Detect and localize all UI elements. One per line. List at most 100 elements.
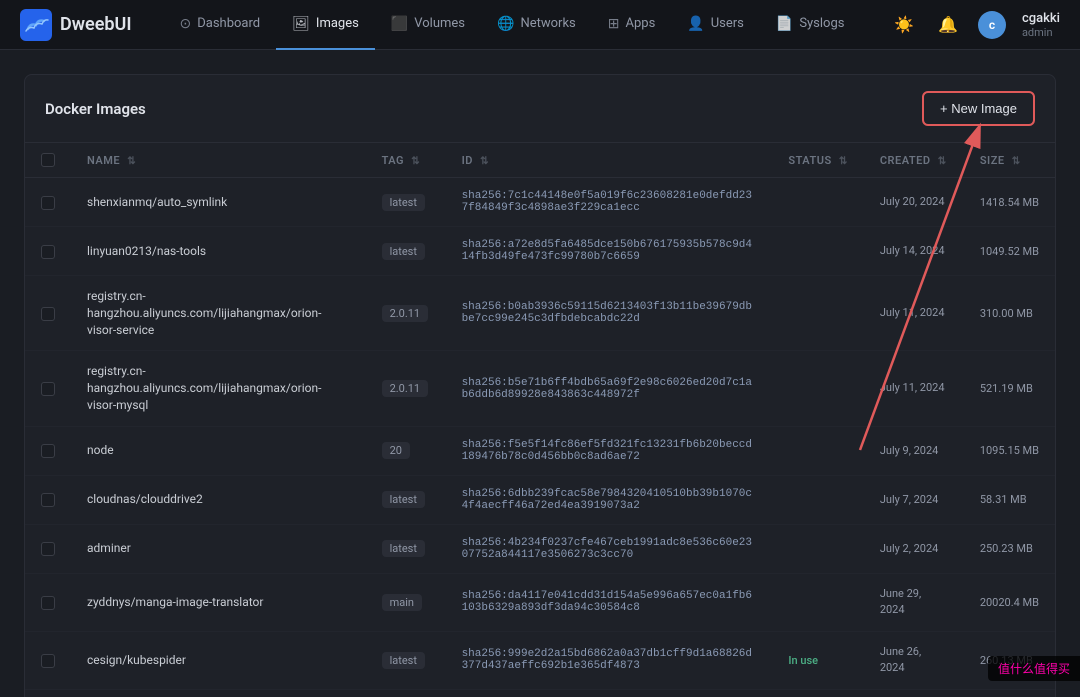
row-name: registry.cn-hangzhou.aliyuncs.com/lijiah… <box>71 276 366 351</box>
nav-images-label: Images <box>316 16 359 31</box>
nav-dashboard[interactable]: ⊙ Dashboard <box>164 0 277 50</box>
row-status <box>772 475 863 524</box>
row-created: July 9, 2024 <box>864 426 964 475</box>
row-size: 1418.54 MB <box>964 178 1055 227</box>
header-status[interactable]: STATUS ⇅ <box>772 143 863 178</box>
row-status <box>772 178 863 227</box>
table-header: NAME ⇅ TAG ⇅ ID ⇅ STATUS ⇅ CREATED ⇅ <box>25 143 1055 178</box>
header-tag[interactable]: TAG ⇅ <box>366 143 446 178</box>
row-created: June 29, 2024 <box>864 573 964 631</box>
row-tag: main <box>366 573 446 631</box>
row-id: sha256:b5e71b6ff4bdb65a69f2e98c6026ed20d… <box>446 351 773 426</box>
header-name[interactable]: NAME ⇅ <box>71 143 366 178</box>
table-row: registry.cn-hangzhou.aliyuncs.com/lijiah… <box>25 276 1055 351</box>
row-checkbox-cell <box>25 689 71 697</box>
user-name: cgakki <box>1022 11 1060 26</box>
row-size: 20020.4 MB <box>964 573 1055 631</box>
row-checkbox[interactable] <box>41 444 55 458</box>
nav-volumes-label: Volumes <box>414 16 465 31</box>
nav-users-label: Users <box>711 16 744 31</box>
nav-images[interactable]: 🖼 Images <box>276 0 375 50</box>
row-id: sha256:7c1c44148e0f5a019f6c23608281e0def… <box>446 178 773 227</box>
docker-images-card: Docker Images + New Image NAME ⇅ TAG ⇅ <box>24 74 1056 697</box>
row-name: registry.cn-hangzhou.aliyuncs.com/lijiah… <box>71 351 366 426</box>
apps-icon: ⊞ <box>608 16 620 32</box>
new-image-button[interactable]: + New Image <box>922 91 1035 126</box>
row-checkbox-cell <box>25 631 71 689</box>
table-row: linyuan0213/nas-tools latest sha256:a72e… <box>25 227 1055 276</box>
row-tag: latest <box>366 227 446 276</box>
volumes-icon: ⬛ <box>391 16 408 32</box>
row-checkbox[interactable] <box>41 596 55 610</box>
nav-links: ⊙ Dashboard 🖼 Images ⬛ Volumes 🌐 Network… <box>164 0 891 50</box>
nav-syslogs[interactable]: 📄 Syslogs <box>760 0 861 50</box>
row-tag: latest <box>366 178 446 227</box>
nav-users[interactable]: 👤 Users <box>671 0 760 50</box>
table-body: shenxianmq/auto_symlink latest sha256:7c… <box>25 178 1055 697</box>
row-checkbox[interactable] <box>41 307 55 321</box>
row-status <box>772 689 863 697</box>
row-status: In use <box>772 631 863 689</box>
header-id[interactable]: ID ⇅ <box>446 143 773 178</box>
row-tag: latest <box>366 631 446 689</box>
watermark: 值什么值得买 <box>988 656 1080 681</box>
syslogs-icon: 📄 <box>776 16 793 32</box>
tag-sort-icon: ⇅ <box>411 156 420 167</box>
avatar[interactable]: c <box>978 11 1006 39</box>
row-checkbox[interactable] <box>41 245 55 259</box>
users-icon: 👤 <box>687 16 704 32</box>
brand-logo <box>20 9 52 41</box>
row-tag: 20 <box>366 426 446 475</box>
notifications-button[interactable]: 🔔 <box>934 11 962 39</box>
row-created: July 11, 2024 <box>864 276 964 351</box>
row-checkbox-cell <box>25 178 71 227</box>
row-checkbox[interactable] <box>41 196 55 210</box>
row-checkbox[interactable] <box>41 382 55 396</box>
navbar-right: ☀️ 🔔 c cgakki admin <box>890 11 1060 39</box>
row-checkbox-cell <box>25 227 71 276</box>
row-id: sha256:da4117e041cdd31d154a5e996a657ec0a… <box>446 573 773 631</box>
row-checkbox-cell <box>25 276 71 351</box>
table-container: NAME ⇅ TAG ⇅ ID ⇅ STATUS ⇅ CREATED ⇅ <box>25 143 1055 697</box>
row-checkbox[interactable] <box>41 493 55 507</box>
row-checkbox[interactable] <box>41 542 55 556</box>
nav-volumes[interactable]: ⬛ Volumes <box>375 0 481 50</box>
row-id: sha256:dd229efd766f3bd93dc0c703dfb18eabf… <box>446 689 773 697</box>
row-id: sha256:999e2d2a15bd6862a0a37db1cff9d1a68… <box>446 631 773 689</box>
main-content: Docker Images + New Image NAME ⇅ TAG ⇅ <box>0 50 1080 697</box>
row-id: sha256:6dbb239fcac58e7984320410510bb39b1… <box>446 475 773 524</box>
table-row: gdy666/lucky latest sha256:dd229efd766f3… <box>25 689 1055 697</box>
row-size: 58.31 MB <box>964 475 1055 524</box>
images-table: NAME ⇅ TAG ⇅ ID ⇅ STATUS ⇅ CREATED ⇅ <box>25 143 1055 697</box>
row-status <box>772 524 863 573</box>
header-size[interactable]: SIZE ⇅ <box>964 143 1055 178</box>
row-name: cloudnas/clouddrive2 <box>71 475 366 524</box>
row-status <box>772 351 863 426</box>
user-info: cgakki admin <box>1022 11 1060 39</box>
row-size: 310.00 MB <box>964 276 1055 351</box>
row-tag: 2.0.11 <box>366 276 446 351</box>
select-all-checkbox[interactable] <box>41 153 55 167</box>
status-badge: In use <box>788 654 818 667</box>
name-sort-icon: ⇅ <box>127 156 136 167</box>
row-created: June 10, <box>864 689 964 697</box>
row-size: 250.23 MB <box>964 524 1055 573</box>
navbar: DweebUI ⊙ Dashboard 🖼 Images ⬛ Volumes 🌐… <box>0 0 1080 50</box>
header-checkbox <box>25 143 71 178</box>
table-row: node 20 sha256:f5e5f14fc86ef5fd321fc1323… <box>25 426 1055 475</box>
nav-networks[interactable]: 🌐 Networks <box>481 0 592 50</box>
row-name: shenxianmq/auto_symlink <box>71 178 366 227</box>
row-checkbox[interactable] <box>41 654 55 668</box>
row-created: July 2, 2024 <box>864 524 964 573</box>
header-created[interactable]: CREATED ⇅ <box>864 143 964 178</box>
user-role: admin <box>1022 26 1053 39</box>
brand[interactable]: DweebUI <box>20 9 132 41</box>
row-name: gdy666/lucky <box>71 689 366 697</box>
row-created: July 7, 2024 <box>864 475 964 524</box>
row-checkbox-cell <box>25 524 71 573</box>
nav-apps[interactable]: ⊞ Apps <box>592 0 672 50</box>
row-tag: 2.0.11 <box>366 351 446 426</box>
theme-toggle-button[interactable]: ☀️ <box>890 11 918 39</box>
row-name: node <box>71 426 366 475</box>
page-title: Docker Images <box>45 100 146 118</box>
